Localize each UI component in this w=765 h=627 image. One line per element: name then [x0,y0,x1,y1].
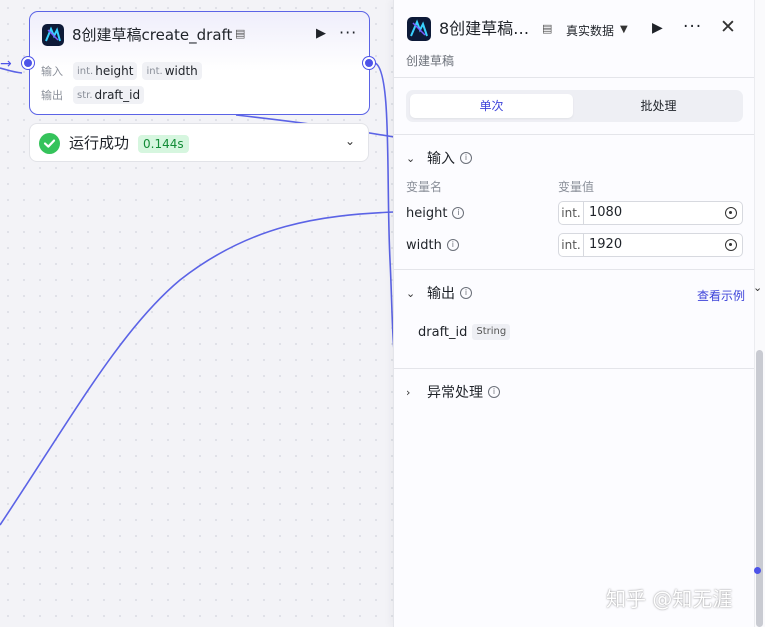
tab-batch[interactable]: 批处理 [577,94,740,118]
success-check-icon [39,133,60,154]
exception-section-title: 异常处理 [427,385,483,401]
wire-long-curve [0,211,395,526]
output-section-header[interactable]: ⌄ 输出 i [406,283,472,303]
run-mode-tabs: 单次 批处理 [406,90,743,122]
divider [394,269,754,270]
incoming-arrow-icon: → [0,56,12,72]
reference-target-icon[interactable] [725,207,737,219]
output-tag-draft-id: str. draft_id [73,86,145,104]
var-name-width: width i [406,235,459,255]
node-output-row: 输出 str. draft_id [41,86,149,104]
input-section-header[interactable]: ⌄ 输入 i [406,148,472,168]
info-icon[interactable]: i [460,152,472,164]
chevron-down-icon[interactable]: ⌄ [345,134,355,148]
input-tag-height: int. height [73,62,138,80]
info-icon[interactable]: i [488,386,500,398]
value-type-label: int. [559,234,584,256]
chevron-down-icon[interactable]: ⌄ [406,287,420,300]
col-header-value: 变量值 [558,180,595,194]
scrollbar-thumb[interactable] [756,350,763,627]
node-input-port[interactable] [22,57,34,69]
plugin-logo-icon [42,24,64,46]
height-value[interactable]: 1080 [589,202,622,224]
node-title: 8创建草稿create_draft [72,26,233,44]
edge-caret-icon: ⌄ [753,281,763,294]
output-var-name: draft_id [418,324,468,340]
node-card-create-draft[interactable]: 8创建草稿create_draft ▤ ▶ ··· 输入 int. height … [29,11,370,115]
node-input-row: 输入 int. height int. width [41,62,207,80]
exception-section-header[interactable]: › 异常处理 i [406,382,500,402]
info-icon[interactable]: i [460,287,472,299]
col-header-name: 变量名 [406,180,443,194]
height-value-input[interactable]: int. 1080 [558,201,743,225]
close-icon[interactable]: ✕ [720,16,736,38]
watermark: 知乎 @知无涯 [606,587,733,611]
panel-title: 8创建草稿… [439,19,530,38]
divider [394,134,754,135]
reference-target-icon[interactable] [725,239,737,251]
edge-port [754,567,761,574]
value-type-label: int. [559,202,584,224]
output-var-row: draft_id String [418,323,511,341]
data-mode-select[interactable]: 真实数据 [566,22,614,39]
chevron-right-icon[interactable]: › [406,386,420,399]
output-label: 输出 [41,89,63,102]
input-tag-width: int. width [142,62,202,80]
wire-from-output [374,62,395,351]
tab-single[interactable]: 单次 [410,94,573,118]
divider [394,368,754,369]
view-example-link[interactable]: 查看示例 [697,287,745,304]
output-var-type: String [472,324,511,340]
var-name-height: height i [406,203,465,223]
node-detail-panel: 8创建草稿… ▤ 真实数据 ▼ ▶ ··· ✕ 创建草稿 单次 批处理 ⌄ 输入… [393,0,754,627]
input-section-title: 输入 [427,151,455,167]
duration-badge: 0.144s [138,135,189,153]
panel-more-icon[interactable]: ··· [683,17,702,37]
input-label: 输入 [41,65,63,78]
divider [394,77,754,78]
output-section-title: 输出 [427,286,455,302]
caret-down-icon[interactable]: ▼ [620,24,628,35]
panel-play-icon[interactable]: ▶ [652,20,663,36]
chevron-down-icon[interactable]: ⌄ [406,152,420,165]
node-output-port[interactable] [363,57,375,69]
width-value-input[interactable]: int. 1920 [558,233,743,257]
run-status-bar[interactable]: 运行成功 0.144s ⌄ [29,123,369,162]
play-icon[interactable]: ▶ [316,26,326,41]
status-text: 运行成功 [69,134,130,152]
width-value[interactable]: 1920 [589,234,622,256]
more-icon[interactable]: ··· [339,23,357,42]
info-icon[interactable]: i [452,207,465,219]
info-icon[interactable]: i [446,239,459,251]
document-icon[interactable]: ▤ [235,27,245,40]
panel-plugin-logo-icon [407,17,431,41]
panel-document-icon[interactable]: ▤ [542,22,552,35]
panel-subtitle: 创建草稿 [406,54,455,68]
